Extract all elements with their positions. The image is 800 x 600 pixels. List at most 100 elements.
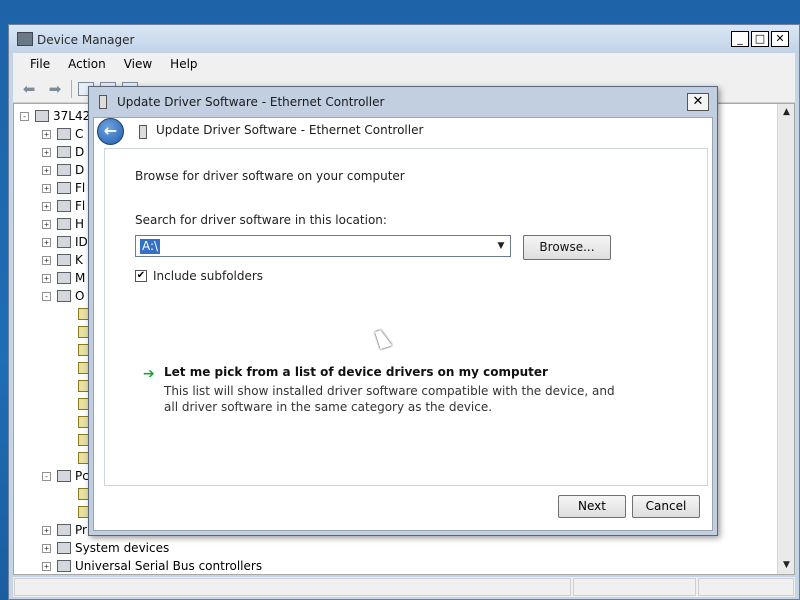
- computer-icon: [35, 110, 49, 122]
- expand-icon[interactable]: +: [42, 273, 51, 283]
- collapse-icon[interactable]: -: [42, 291, 51, 301]
- menu-action[interactable]: Action: [59, 57, 115, 71]
- tree-item[interactable]: + System devices: [42, 539, 169, 557]
- usb-icon: [57, 560, 71, 572]
- tree-item-label: System devices: [75, 541, 170, 555]
- collapse-icon[interactable]: -: [20, 111, 29, 121]
- dialog-footer: Next Cancel: [94, 486, 712, 530]
- expand-icon[interactable]: +: [42, 237, 51, 247]
- status-cell: [14, 578, 572, 596]
- green-arrow-icon: ➔: [143, 366, 155, 382]
- tree-item-label: Fl: [75, 199, 86, 213]
- device-category-icon: [57, 146, 71, 158]
- dialog-titlebar[interactable]: Update Driver Software - Ethernet Contro…: [89, 87, 717, 117]
- include-subfolders-row[interactable]: ✔ Include subfolders: [135, 269, 263, 283]
- processor-icon: [57, 524, 71, 536]
- expand-icon[interactable]: +: [42, 219, 51, 229]
- device-category-icon: [57, 128, 71, 140]
- tree-item-label: Universal Serial Bus controllers: [75, 559, 263, 573]
- device-category-icon: [57, 290, 71, 302]
- status-bar: [13, 577, 795, 597]
- tree-item-label: Pr: [75, 523, 87, 537]
- tree-item[interactable]: + M: [42, 269, 85, 287]
- tree-item[interactable]: + Fl: [42, 179, 85, 197]
- dialog-close-button[interactable]: ✕: [687, 93, 709, 111]
- scroll-down-icon[interactable]: ▼: [778, 557, 795, 574]
- vertical-scrollbar[interactable]: ▲ ▼: [777, 104, 794, 574]
- minimize-button[interactable]: _: [731, 31, 749, 47]
- menu-file[interactable]: File: [21, 57, 59, 71]
- update-driver-dialog: Update Driver Software - Ethernet Contro…: [88, 86, 718, 536]
- back-arrow-icon[interactable]: ⬅: [19, 80, 39, 98]
- tree-item[interactable]: + D: [42, 143, 84, 161]
- tree-item[interactable]: + D: [42, 161, 84, 179]
- device-category-icon: [57, 254, 71, 266]
- close-button[interactable]: ✕: [771, 31, 789, 47]
- device-category-icon: [57, 164, 71, 176]
- tree-item[interactable]: - O: [42, 287, 84, 305]
- device-category-icon: [57, 218, 71, 230]
- search-location-label: Search for driver software in this locat…: [135, 213, 387, 227]
- device-manager-icon: [17, 32, 33, 46]
- pick-from-list-description: This list will show installed driver sof…: [164, 384, 615, 414]
- expand-icon[interactable]: +: [42, 147, 51, 157]
- device-category-icon: [57, 182, 71, 194]
- tree-item-label: D: [75, 145, 85, 159]
- device-category-icon: [57, 470, 71, 482]
- expand-icon[interactable]: +: [42, 183, 51, 193]
- tree-root[interactable]: - 37L42: [20, 107, 90, 125]
- expand-icon[interactable]: +: [42, 525, 51, 535]
- ethernet-device-icon: [139, 125, 147, 139]
- tree-root-label: 37L42: [53, 109, 91, 123]
- tree-item-label: Fl: [75, 181, 86, 195]
- expand-icon[interactable]: +: [42, 543, 51, 553]
- collapse-icon[interactable]: -: [42, 471, 51, 481]
- toolbar-separator: [71, 79, 72, 98]
- maximize-button[interactable]: □: [751, 31, 769, 47]
- tree-item-label: H: [75, 217, 85, 231]
- scroll-up-icon[interactable]: ▲: [778, 104, 795, 121]
- tree-item-label: M: [75, 271, 86, 285]
- tree-item[interactable]: + Pr: [42, 521, 87, 539]
- include-subfolders-label[interactable]: Include subfolders: [153, 269, 263, 283]
- menu-help[interactable]: Help: [161, 57, 206, 71]
- tree-item-label: O: [75, 289, 85, 303]
- tree-item-label: D: [75, 163, 85, 177]
- dialog-title: Update Driver Software - Ethernet Contro…: [117, 95, 385, 109]
- device-category-icon: [57, 236, 71, 248]
- browse-heading: Browse for driver software on your compu…: [135, 169, 405, 183]
- browse-panel: Browse for driver software on your compu…: [104, 148, 708, 486]
- tree-item[interactable]: + Fl: [42, 197, 85, 215]
- include-subfolders-checkbox[interactable]: ✔: [135, 270, 147, 282]
- tree-item[interactable]: + K: [42, 251, 83, 269]
- next-button[interactable]: Next: [558, 495, 626, 518]
- chevron-down-icon[interactable]: ▼: [492, 236, 510, 256]
- tree-item[interactable]: - Pc: [42, 467, 89, 485]
- forward-arrow-icon[interactable]: ➡: [45, 80, 65, 98]
- path-combobox[interactable]: A:\ ▼: [135, 235, 511, 257]
- dialog-body: ← Update Driver Software - Ethernet Cont…: [93, 117, 713, 531]
- expand-icon[interactable]: +: [42, 255, 51, 265]
- expand-icon[interactable]: +: [42, 129, 51, 139]
- dialog-header-title: Update Driver Software - Ethernet Contro…: [156, 123, 424, 137]
- expand-icon[interactable]: +: [42, 201, 51, 211]
- tree-item[interactable]: + C: [42, 125, 83, 143]
- pick-from-list-title[interactable]: Let me pick from a list of device driver…: [164, 365, 548, 379]
- tree-item[interactable]: + Universal Serial Bus controllers: [42, 557, 262, 575]
- expand-icon[interactable]: +: [42, 561, 51, 571]
- device-manager-titlebar[interactable]: Device Manager _ □ ✕: [9, 25, 799, 53]
- tree-item-label: ID: [75, 235, 88, 249]
- browse-button[interactable]: Browse...: [523, 235, 611, 260]
- tree-item[interactable]: + ID: [42, 233, 88, 251]
- menu-view[interactable]: View: [115, 57, 161, 71]
- cancel-button[interactable]: Cancel: [632, 495, 700, 518]
- status-cell: [698, 578, 794, 596]
- tree-item-label: C: [75, 127, 84, 141]
- ethernet-device-icon: [99, 95, 107, 109]
- path-value[interactable]: A:\: [140, 239, 161, 254]
- expand-icon[interactable]: +: [42, 165, 51, 175]
- back-button[interactable]: ←: [97, 118, 124, 145]
- tree-item[interactable]: + H: [42, 215, 84, 233]
- device-category-icon: [57, 272, 71, 284]
- status-cell: [573, 578, 697, 596]
